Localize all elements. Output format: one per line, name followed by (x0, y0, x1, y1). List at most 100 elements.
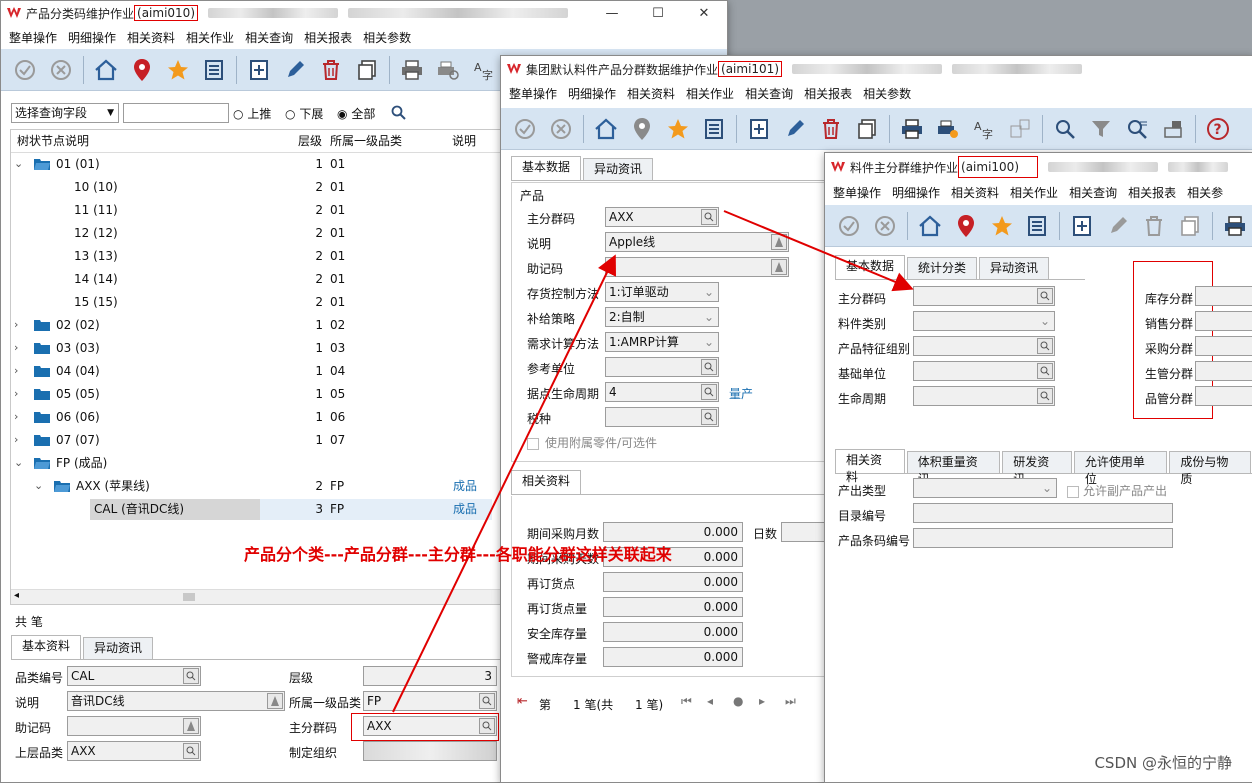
code-field[interactable]: CAL (67, 666, 201, 686)
location-button[interactable] (628, 115, 656, 143)
lookup-icon[interactable] (183, 743, 199, 759)
functional-group-field[interactable] (1195, 386, 1252, 406)
maximize-button[interactable]: ☐ (635, 1, 681, 25)
tree-row[interactable]: › 05 (05) 1 05 (11, 383, 492, 405)
tree-row[interactable]: › 02 (02) 1 02 (11, 314, 492, 336)
filter-button[interactable] (1087, 115, 1115, 143)
memo-field[interactable] (67, 716, 201, 736)
favorite-button[interactable] (164, 56, 192, 84)
menu-item[interactable]: 相关查询 (245, 29, 293, 46)
menu-item[interactable]: 相关作业 (686, 85, 734, 102)
tab-basic[interactable]: 基本资料 (11, 635, 82, 659)
stock-method-select[interactable]: 1:订单驱动 ⌄ (605, 282, 719, 302)
main-group-field[interactable] (913, 286, 1055, 306)
first-page-icon[interactable]: ⏮ (681, 694, 692, 709)
cancel-button[interactable] (547, 115, 575, 143)
menu-item[interactable]: 相关报表 (804, 85, 852, 102)
base-unit-field[interactable] (913, 361, 1055, 381)
query-field-select[interactable]: 选择查询字段 ▼ (11, 103, 119, 123)
horizontal-scrollbar[interactable]: ◂ (11, 589, 502, 604)
radio-up[interactable]: ○ 上推 (233, 105, 271, 122)
level-field[interactable]: 3 (363, 666, 497, 686)
lookup-icon[interactable] (1037, 288, 1053, 304)
print-preview-button[interactable] (934, 115, 962, 143)
output-type-select[interactable]: ⌄ (913, 478, 1057, 498)
edit-button[interactable] (281, 56, 309, 84)
favorite-button[interactable] (664, 115, 692, 143)
tree-row[interactable]: › 06 (06) 1 06 (11, 406, 492, 428)
scroll-left-icon[interactable]: ◂ (14, 590, 19, 601)
location-button[interactable] (128, 56, 156, 84)
copy-button[interactable] (353, 56, 381, 84)
life-cycle-field[interactable] (913, 386, 1055, 406)
barcode-field[interactable] (913, 528, 1173, 548)
desc-field[interactable]: Apple线 (605, 232, 789, 252)
tab-basic[interactable]: 基本数据 (511, 156, 582, 180)
tree-row[interactable]: 15 (15) 2 01 (11, 291, 492, 313)
copy-button[interactable] (853, 115, 881, 143)
chevron-down-icon[interactable]: ⌄ (34, 475, 43, 497)
print-button[interactable] (898, 115, 926, 143)
chevron-right-icon[interactable]: › (14, 429, 18, 451)
multilang-icon[interactable] (267, 693, 283, 709)
translate-button[interactable]: A字 (470, 56, 498, 84)
add-button[interactable] (745, 115, 773, 143)
scroll-thumb[interactable] (183, 593, 195, 601)
advanced-query-button[interactable] (1123, 115, 1151, 143)
home-button[interactable] (916, 212, 944, 240)
attach-checkbox[interactable]: 使用附属零件/可选件 (527, 434, 657, 451)
upper-field[interactable]: AXX (67, 741, 201, 761)
supply-strategy-select[interactable]: 2:自制 ⌄ (605, 307, 719, 327)
demand-method-select[interactable]: 1:AMRP计算 ⌄ (605, 332, 719, 352)
cancel-button[interactable] (871, 212, 899, 240)
menu-item[interactable]: 相关参数 (863, 85, 911, 102)
menu-item[interactable]: 相关查询 (1069, 184, 1117, 201)
lookup-icon[interactable] (701, 384, 717, 400)
tab-related[interactable]: 相关资料 (835, 449, 905, 484)
chevron-right-icon[interactable]: › (14, 360, 18, 382)
tree-row[interactable]: › 07 (07) 1 07 (11, 429, 492, 451)
chevron-right-icon[interactable]: › (14, 337, 18, 359)
home-button[interactable] (592, 115, 620, 143)
delete-button[interactable] (1140, 212, 1168, 240)
menu-item[interactable]: 相关参 (1187, 184, 1223, 201)
menu-item[interactable]: 整单操作 (509, 85, 557, 102)
lookup-icon[interactable] (183, 668, 199, 684)
last-page-icon[interactable]: ⏭ (785, 694, 796, 709)
desc-field[interactable]: 音讯DC线 (67, 691, 285, 711)
radio-all[interactable]: ◉ 全部 (337, 105, 375, 122)
menu-item[interactable]: 明细操作 (892, 184, 940, 201)
org-field[interactable] (363, 741, 497, 761)
tab-units[interactable]: 允许使用单位 (1073, 451, 1168, 486)
tab-basic[interactable]: 基本数据 (835, 255, 906, 279)
tab-stat[interactable]: 统计分类 (907, 257, 978, 279)
tree-row[interactable]: ⌄ AXX (苹果线) 2 FP 成品 (11, 475, 492, 497)
confirm-button[interactable] (835, 212, 863, 240)
query-button[interactable] (1051, 115, 1079, 143)
confirm-button[interactable] (511, 115, 539, 143)
chevron-down-icon[interactable]: ⌄ (14, 452, 23, 474)
tree-row[interactable]: ⌄ 01 (01) 1 01 (11, 153, 492, 175)
edit-button[interactable] (781, 115, 809, 143)
tab-change[interactable]: 异动资讯 (583, 158, 654, 180)
location-button[interactable] (952, 212, 980, 240)
print-button[interactable] (1221, 212, 1249, 240)
menu-item[interactable]: 整单操作 (9, 29, 57, 46)
multilang-icon[interactable] (771, 234, 787, 250)
search-icon[interactable] (391, 105, 407, 121)
tree-row[interactable]: 14 (14) 2 01 (11, 268, 492, 290)
related-value-field[interactable]: 0.000 (603, 647, 743, 667)
tax-field[interactable] (605, 407, 719, 427)
menu-item[interactable]: 整单操作 (833, 184, 881, 201)
current-page-icon[interactable]: ● (733, 694, 743, 708)
lookup-icon[interactable] (701, 359, 717, 375)
tree-row[interactable]: 10 (10) 2 01 (11, 176, 492, 198)
lookup-icon[interactable] (1037, 388, 1053, 404)
list-button[interactable] (200, 56, 228, 84)
tree-row[interactable]: › 04 (04) 1 04 (11, 360, 492, 382)
edit-button[interactable] (1104, 212, 1132, 240)
lookup-icon[interactable] (1037, 363, 1053, 379)
cancel-button[interactable] (47, 56, 75, 84)
related-value-field[interactable]: 0.000 (603, 572, 743, 592)
multilang-icon[interactable] (771, 259, 787, 275)
